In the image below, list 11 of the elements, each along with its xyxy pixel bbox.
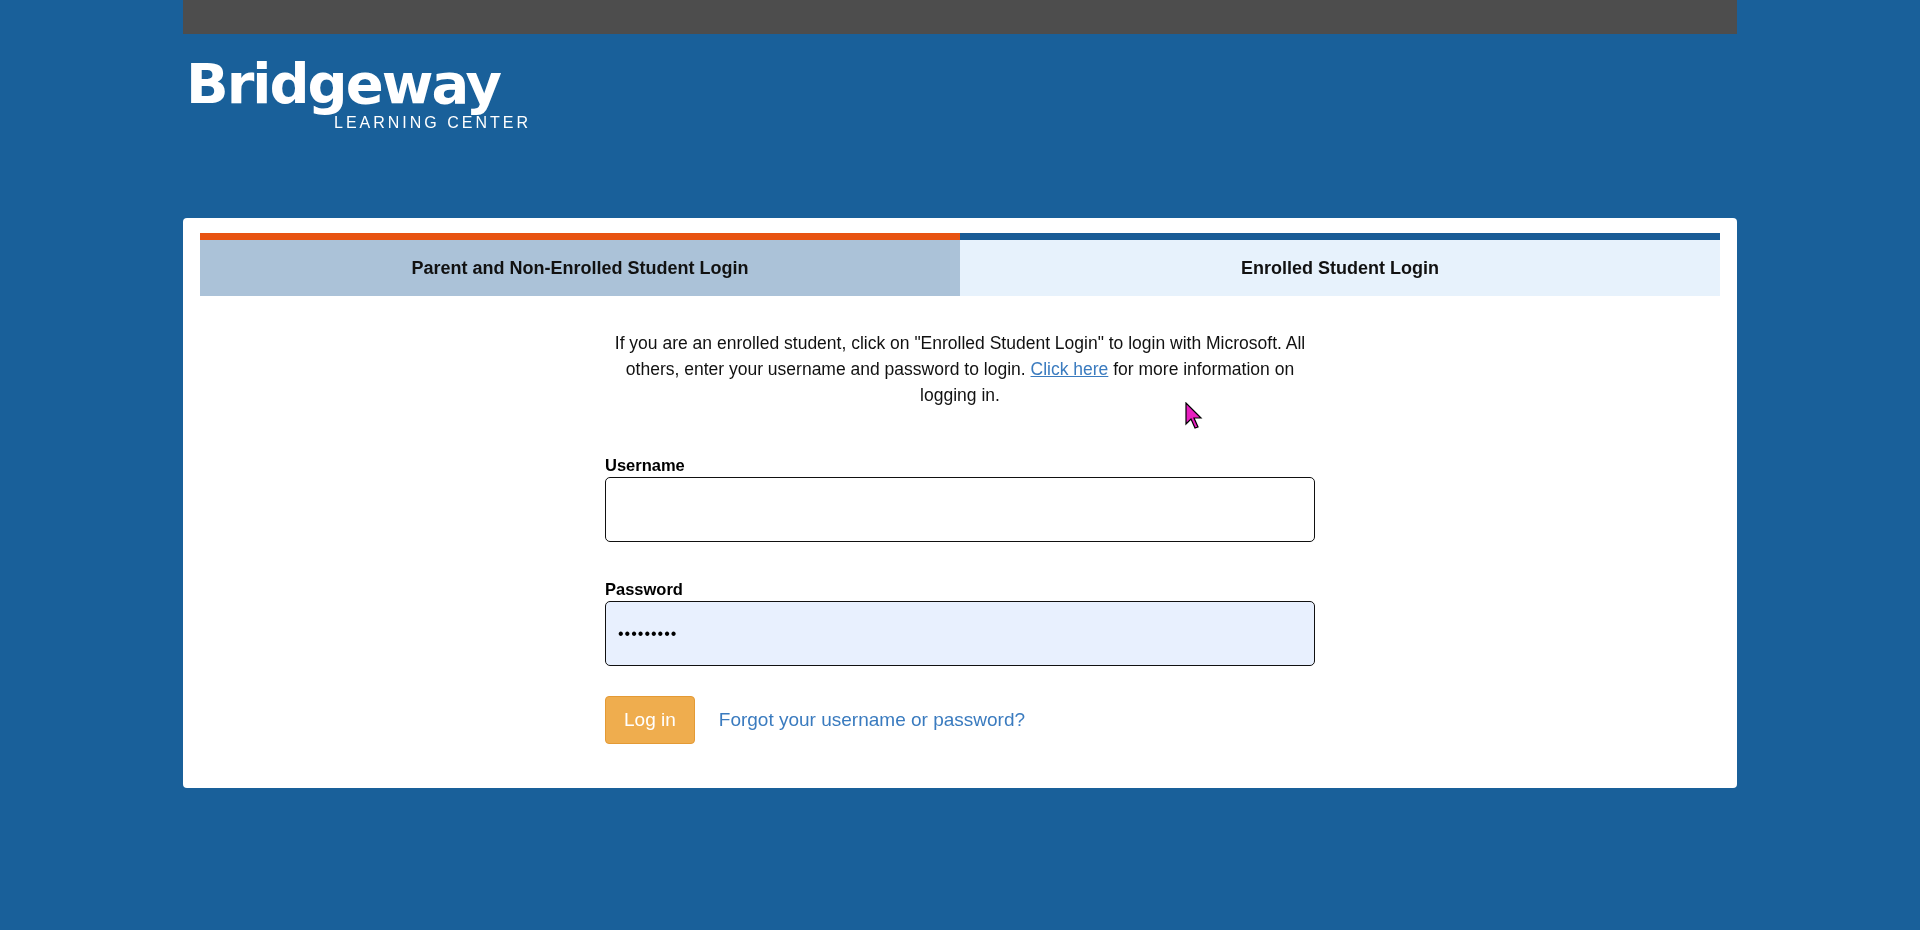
login-tab[interactable]: Enrolled Student Login [960,233,1720,296]
field-label: Password [605,580,683,599]
input-field[interactable] [605,477,1315,542]
info-link[interactable]: Click here [1030,359,1109,379]
cursor-icon [1185,402,1205,430]
forgot-link[interactable]: Forgot your username or password? [718,709,1026,731]
logo-tagline: LEARNING CENTER [334,114,532,132]
login-tab[interactable]: Parent and Non-Enrolled Student Login [200,233,960,296]
field-label: Username [605,456,685,475]
input-field[interactable]: ••••••••• [605,601,1315,666]
intro-text: If you are an enrolled student, click on "Enrolled Student Login" to login with Microsoft. All others, enter your username and password to login. Click here for more information on logging in. [613,332,1307,407]
